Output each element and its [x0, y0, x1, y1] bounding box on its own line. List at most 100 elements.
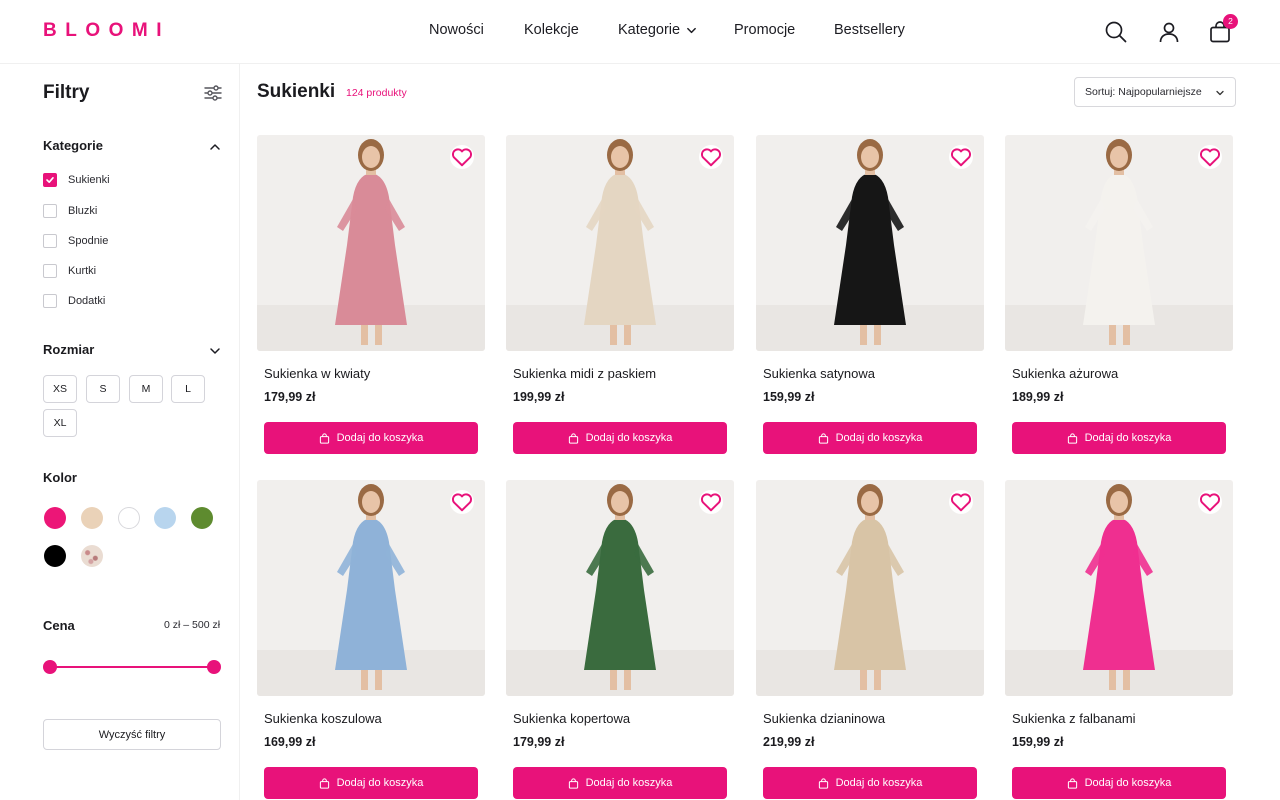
size-option-xl[interactable]: XL	[43, 409, 77, 437]
checkbox[interactable]	[43, 294, 57, 308]
product-image[interactable]	[506, 480, 734, 696]
nav-item-kolekcje[interactable]: Kolekcje	[524, 22, 579, 38]
color-swatch-pink[interactable]	[44, 507, 66, 529]
add-to-cart-label: Dodaj do koszyka	[585, 432, 673, 444]
category-checkbox-spodnie[interactable]: Spodnie	[43, 233, 108, 249]
product-name[interactable]: Sukienka satynowa	[763, 366, 875, 381]
add-to-cart-button[interactable]: Dodaj do koszyka	[513, 422, 727, 454]
product-card[interactable]: Sukienka z falbanami 159,99 zł Dodaj do …	[1005, 480, 1233, 800]
checkbox[interactable]	[43, 204, 57, 218]
color-swatch-floral[interactable]	[81, 545, 103, 567]
size-option-l[interactable]: L	[171, 375, 205, 403]
product-price: 179,99 zł	[264, 390, 316, 404]
add-to-cart-button[interactable]: Dodaj do koszyka	[264, 767, 478, 799]
add-to-cart-button[interactable]: Dodaj do koszyka	[763, 767, 977, 799]
product-name[interactable]: Sukienka z falbanami	[1012, 711, 1136, 726]
category-checkbox-kurtki[interactable]: Kurtki	[43, 263, 96, 279]
page-title: Sukienki	[257, 81, 336, 102]
product-card[interactable]: Sukienka koszulowa 169,99 zł Dodaj do ko…	[257, 480, 485, 800]
product-card[interactable]: Sukienka dzianinowa 219,99 zł Dodaj do k…	[756, 480, 984, 800]
product-image[interactable]	[1005, 135, 1233, 351]
product-name[interactable]: Sukienka dzianinowa	[763, 711, 885, 726]
add-to-cart-button[interactable]: Dodaj do koszyka	[264, 422, 478, 454]
category-checkbox-sukienki[interactable]: Sukienki	[43, 172, 110, 188]
checkbox-label: Kurtki	[68, 265, 97, 277]
add-to-cart-button[interactable]: Dodaj do koszyka	[763, 422, 977, 454]
add-to-cart-button[interactable]: Dodaj do koszyka	[513, 767, 727, 799]
product-image[interactable]	[506, 135, 734, 351]
sort-label: Sortuj: Najpopularniejsze	[1085, 86, 1202, 98]
add-to-cart-button[interactable]: Dodaj do koszyka	[1012, 767, 1226, 799]
heart-icon	[451, 148, 473, 167]
product-image[interactable]	[756, 480, 984, 696]
price-slider-max-handle[interactable]	[207, 660, 221, 674]
checkbox-label: Dodatki	[68, 295, 106, 307]
sliders-icon[interactable]	[203, 83, 223, 103]
product-name[interactable]: Sukienka koszulowa	[264, 711, 382, 726]
checkbox[interactable]	[43, 234, 57, 248]
category-section-toggle[interactable]: Kategorie	[43, 137, 223, 157]
color-swatch-beige[interactable]	[81, 507, 103, 529]
nav-item-kategorie[interactable]: Kategorie	[618, 22, 697, 38]
product-image[interactable]	[257, 480, 485, 696]
checkbox-label: Spodnie	[68, 235, 109, 247]
favorite-button[interactable]	[949, 145, 973, 169]
product-image[interactable]	[257, 135, 485, 351]
favorite-button[interactable]	[1198, 145, 1222, 169]
product-image[interactable]	[1005, 480, 1233, 696]
check-icon	[46, 177, 54, 183]
favorite-button[interactable]	[450, 145, 474, 169]
favorite-button[interactable]	[699, 490, 723, 514]
add-to-cart-label: Dodaj do koszyka	[585, 777, 673, 789]
nav-label: Kategorie	[618, 22, 681, 38]
product-name[interactable]: Sukienka kopertowa	[513, 711, 630, 726]
nav-item-nowosci[interactable]: Nowości	[429, 22, 484, 38]
heart-icon	[700, 148, 722, 167]
product-image[interactable]	[756, 135, 984, 351]
color-swatch-white[interactable]	[118, 507, 140, 529]
size-option-s[interactable]: S	[86, 375, 120, 403]
favorite-button[interactable]	[450, 490, 474, 514]
checkbox[interactable]	[43, 264, 57, 278]
product-name[interactable]: Sukienka midi z paskiem	[513, 366, 656, 381]
clear-filters-button[interactable]: Wyczyść filtry	[43, 719, 221, 750]
user-icon[interactable]	[1157, 20, 1181, 44]
heart-icon	[950, 148, 972, 167]
favorite-button[interactable]	[949, 490, 973, 514]
product-card[interactable]: Sukienka kopertowa 179,99 zł Dodaj do ko…	[506, 480, 734, 800]
filters-title: Filtry	[43, 82, 90, 103]
color-swatch-light-blue[interactable]	[154, 507, 176, 529]
product-name[interactable]: Sukienka ażurowa	[1012, 366, 1118, 381]
product-count: 124 produkty	[346, 87, 407, 99]
search-icon[interactable]	[1104, 20, 1128, 44]
product-card[interactable]: Sukienka midi z paskiem 199,99 zł Dodaj …	[506, 135, 734, 462]
sort-dropdown[interactable]: Sortuj: Najpopularniejsze	[1074, 77, 1236, 107]
nav-label: Nowości	[429, 22, 484, 38]
shopping-bag-icon	[1067, 432, 1077, 444]
chevron-down-icon	[1216, 90, 1224, 96]
size-option-m[interactable]: M	[129, 375, 163, 403]
product-price: 199,99 zł	[513, 390, 565, 404]
category-checkbox-dodatki[interactable]: Dodatki	[43, 293, 105, 309]
product-card[interactable]: Sukienka w kwiaty 179,99 zł Dodaj do kos…	[257, 135, 485, 462]
price-slider-track[interactable]	[50, 666, 214, 668]
product-name[interactable]: Sukienka w kwiaty	[264, 366, 370, 381]
favorite-button[interactable]	[699, 145, 723, 169]
color-section-title: Kolor	[43, 470, 77, 485]
nav-item-promocje[interactable]: Promocje	[734, 22, 795, 38]
nav-item-bestsellery[interactable]: Bestsellery	[834, 22, 905, 38]
category-checkbox-bluzki[interactable]: Bluzki	[43, 203, 97, 219]
product-card[interactable]: Sukienka satynowa 159,99 zł Dodaj do kos…	[756, 135, 984, 462]
shopping-bag-icon[interactable]: 2	[1208, 14, 1238, 44]
size-section-toggle[interactable]: Rozmiar	[43, 341, 223, 361]
add-to-cart-button[interactable]: Dodaj do koszyka	[1012, 422, 1226, 454]
color-swatch-black[interactable]	[44, 545, 66, 567]
product-price: 179,99 zł	[513, 735, 565, 749]
size-option-xs[interactable]: XS	[43, 375, 77, 403]
checkbox[interactable]	[43, 173, 57, 187]
site-header: BLOOMI Nowości Kolekcje Kategorie Promoc…	[0, 0, 1280, 64]
product-card[interactable]: Sukienka ażurowa 189,99 zł Dodaj do kosz…	[1005, 135, 1233, 462]
price-slider-min-handle[interactable]	[43, 660, 57, 674]
favorite-button[interactable]	[1198, 490, 1222, 514]
color-swatch-green[interactable]	[191, 507, 213, 529]
